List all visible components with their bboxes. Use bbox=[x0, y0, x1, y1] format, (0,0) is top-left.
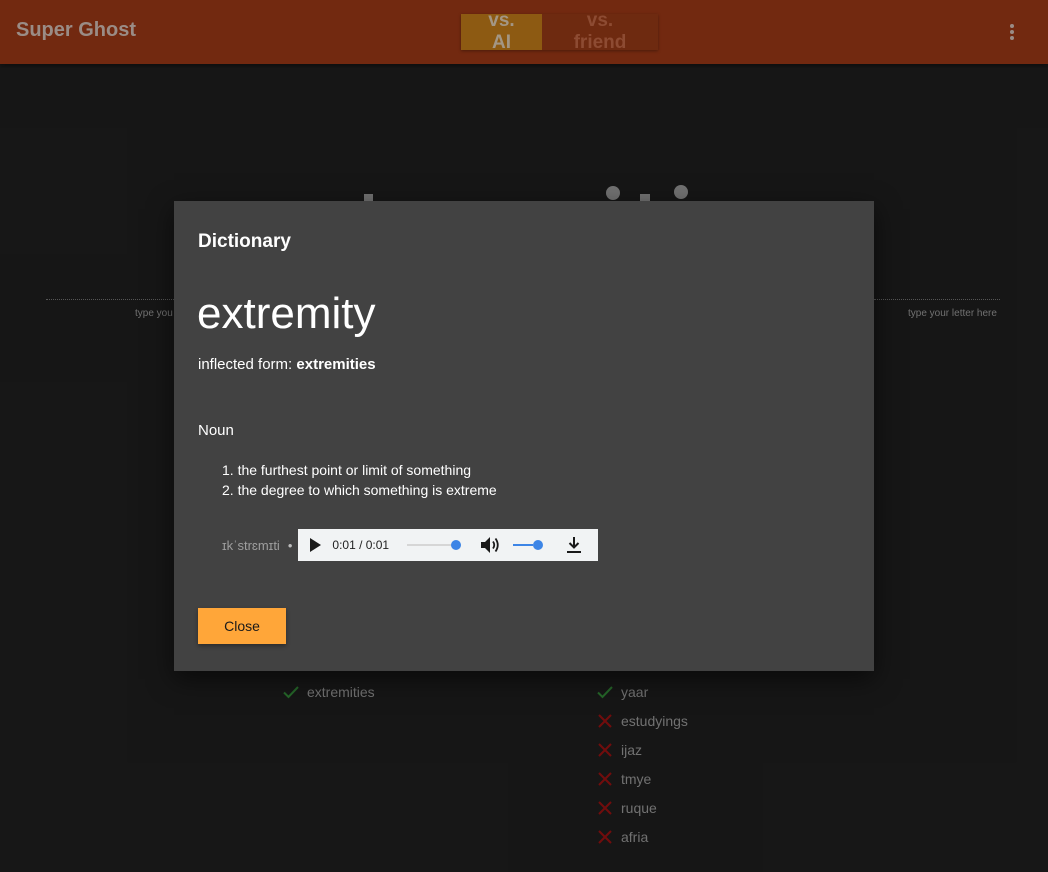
app-bar: Super Ghost vs. AI vs. friend bbox=[0, 0, 1048, 64]
dictionary-dialog: Dictionary extremity inflected form: ext… bbox=[174, 201, 874, 671]
headword: extremity bbox=[197, 289, 376, 338]
close-button[interactable]: Close bbox=[198, 608, 286, 644]
sense-item: 2. the degree to which something is extr… bbox=[222, 482, 497, 498]
pronunciation-ipa: ɪkˈstrɛmɪti bbox=[222, 537, 280, 553]
mode-vs-friend-button[interactable]: vs. friend bbox=[542, 10, 658, 53]
sense-item: 1. the furthest point or limit of someth… bbox=[222, 462, 472, 478]
play-icon[interactable] bbox=[308, 538, 322, 552]
part-of-speech: Noun bbox=[198, 422, 234, 439]
volume-icon[interactable] bbox=[479, 535, 501, 555]
volume-knob[interactable] bbox=[533, 540, 544, 550]
mode-toggle: vs. AI vs. friend bbox=[461, 10, 658, 53]
dialog-title: Dictionary bbox=[198, 231, 291, 252]
kebab-menu-icon[interactable] bbox=[1002, 22, 1022, 42]
inflected-form-label: inflected form: bbox=[198, 356, 293, 373]
seek-knob[interactable] bbox=[451, 540, 462, 550]
kebab-dot bbox=[1010, 24, 1014, 28]
audio-time: 0:01 / 0:01 bbox=[332, 538, 390, 552]
audio-player: 0:01 / 0:01 bbox=[298, 529, 599, 561]
separator-bullet: • bbox=[287, 537, 293, 553]
kebab-dot bbox=[1010, 30, 1014, 34]
kebab-dot bbox=[1010, 36, 1014, 40]
mode-vs-ai-button[interactable]: vs. AI bbox=[461, 10, 542, 53]
audio-seek-slider[interactable] bbox=[407, 540, 462, 550]
download-icon[interactable] bbox=[565, 536, 583, 554]
app-title: Super Ghost bbox=[16, 19, 137, 41]
volume-slider[interactable] bbox=[513, 540, 544, 550]
pronunciation-row: ɪkˈstrɛmɪti • 0:01 / 0:01 bbox=[222, 529, 599, 561]
volume-track bbox=[513, 544, 534, 546]
inflected-form-value: extremities bbox=[296, 356, 376, 373]
inflected-form: inflected form: extremities bbox=[198, 356, 376, 373]
sense-list: 1. the furthest point or limit of someth… bbox=[222, 460, 497, 500]
